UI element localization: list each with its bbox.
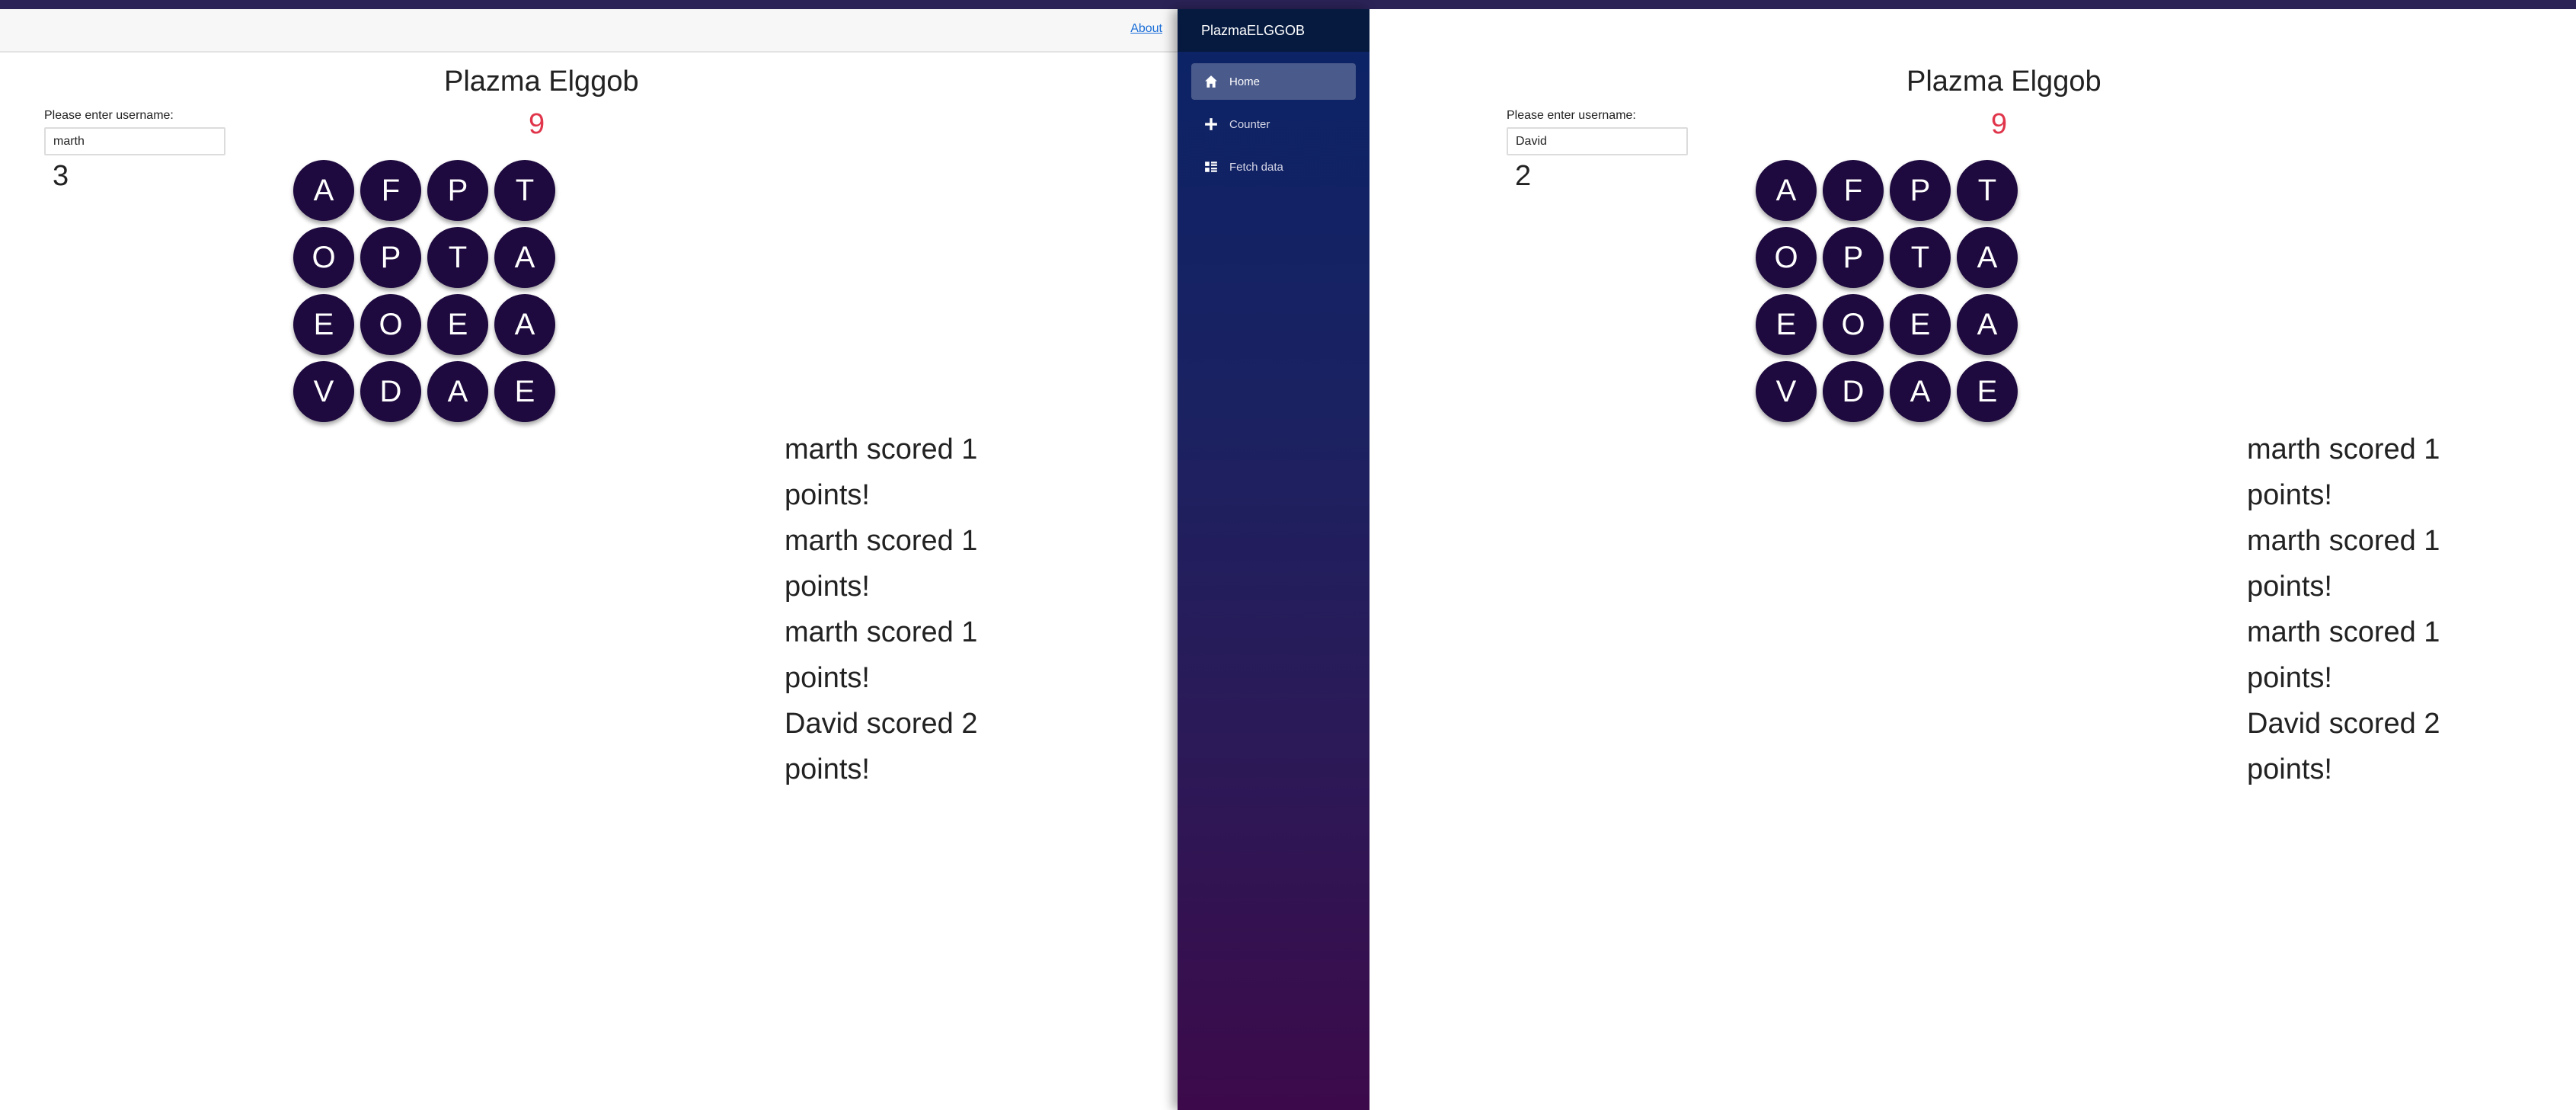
score-message: points! [2247, 753, 2332, 785]
letter-tile[interactable]: F [360, 160, 421, 221]
letter-tile[interactable]: O [293, 227, 354, 288]
sidebar-item-counter[interactable]: Counter [1191, 106, 1356, 142]
username-input[interactable] [1507, 127, 1688, 155]
score-message: marth scored 1 [785, 616, 978, 648]
game-title: Plazma Elggob [1906, 66, 2101, 98]
plus-icon [1203, 117, 1219, 132]
score-message: points! [785, 753, 870, 785]
letter-tile[interactable]: E [1957, 361, 2018, 422]
letter-tile[interactable]: T [1890, 227, 1951, 288]
letter-tile[interactable]: T [1957, 160, 2018, 221]
score-messages: marth scored 1 points! marth scored 1 po… [2247, 427, 2468, 792]
score-message: points! [2247, 662, 2332, 694]
countdown-timer: 9 [529, 108, 545, 140]
about-link[interactable]: About [1130, 22, 1162, 36]
brand-name[interactable]: PlazmaELGGOB [1201, 23, 1305, 39]
window-top-strip [0, 0, 2576, 9]
letter-tile[interactable]: E [427, 294, 488, 355]
score-message: David scored 2 [785, 708, 978, 740]
left-game-pane: About Plazma Elggob 9 Please enter usern… [0, 9, 1178, 1110]
letter-tile[interactable]: O [1756, 227, 1817, 288]
countdown-timer: 9 [1991, 108, 2008, 140]
letter-tile[interactable]: F [1823, 160, 1884, 221]
sidebar-item-fetch-data[interactable]: Fetch data [1191, 149, 1356, 185]
letter-tile[interactable]: E [1756, 294, 1817, 355]
username-label: Please enter username: [1507, 109, 1636, 122]
letter-tile[interactable]: V [1756, 361, 1817, 422]
list-icon [1203, 159, 1219, 174]
letter-tile[interactable]: T [494, 160, 555, 221]
letter-tile[interactable]: E [293, 294, 354, 355]
brand-header: PlazmaELGGOB [1178, 9, 1369, 52]
sidebar: PlazmaELGGOB Home Counter Fetch data [1178, 9, 1369, 1110]
score-messages: marth scored 1 points! marth scored 1 po… [785, 427, 1005, 792]
letter-tile[interactable]: P [427, 160, 488, 221]
letter-board: A F P T O P T A E O E A V D A E [1756, 160, 2022, 422]
letter-tile[interactable]: D [360, 361, 421, 422]
score-message: points! [785, 479, 870, 511]
score-message: points! [2247, 479, 2332, 511]
top-row: About [0, 9, 1178, 53]
score-message: points! [785, 662, 870, 694]
letter-tile[interactable]: A [1756, 160, 1817, 221]
sidebar-nav: Home Counter Fetch data [1178, 52, 1369, 185]
score-message: marth scored 1 [785, 525, 978, 557]
user-score: 2 [1515, 160, 1532, 192]
letter-tile[interactable]: A [1890, 361, 1951, 422]
letter-tile[interactable]: O [360, 294, 421, 355]
letter-tile[interactable]: T [427, 227, 488, 288]
score-message: marth scored 1 [2247, 616, 2440, 648]
letter-tile[interactable]: E [1890, 294, 1951, 355]
letter-tile[interactable]: E [494, 361, 555, 422]
letter-tile[interactable]: A [494, 294, 555, 355]
sidebar-item-label: Fetch data [1229, 160, 1283, 174]
letter-tile[interactable]: P [1890, 160, 1951, 221]
letter-board: A F P T O P T A E O E A V D A E [293, 160, 560, 422]
sidebar-item-label: Counter [1229, 117, 1270, 131]
letter-tile[interactable]: P [360, 227, 421, 288]
letter-tile[interactable]: D [1823, 361, 1884, 422]
right-game-pane: Plazma Elggob 9 Please enter username: 2… [1369, 9, 2576, 1110]
sidebar-item-home[interactable]: Home [1191, 63, 1356, 100]
score-message: David scored 2 [2247, 708, 2440, 740]
letter-tile[interactable]: A [427, 361, 488, 422]
letter-tile[interactable]: P [1823, 227, 1884, 288]
score-message: points! [785, 571, 870, 603]
home-icon [1203, 74, 1219, 89]
letter-tile[interactable]: A [1957, 227, 2018, 288]
score-message: marth scored 1 [2247, 433, 2440, 465]
letter-tile[interactable]: V [293, 361, 354, 422]
game-title: Plazma Elggob [444, 66, 639, 98]
score-message: marth scored 1 [2247, 525, 2440, 557]
letter-tile[interactable]: O [1823, 294, 1884, 355]
score-message: points! [2247, 571, 2332, 603]
letter-tile[interactable]: A [1957, 294, 2018, 355]
score-message: marth scored 1 [785, 433, 978, 465]
letter-tile[interactable]: A [494, 227, 555, 288]
sidebar-item-label: Home [1229, 75, 1261, 88]
username-input[interactable] [44, 127, 225, 155]
username-label: Please enter username: [44, 109, 174, 122]
user-score: 3 [53, 160, 69, 192]
letter-tile[interactable]: A [293, 160, 354, 221]
